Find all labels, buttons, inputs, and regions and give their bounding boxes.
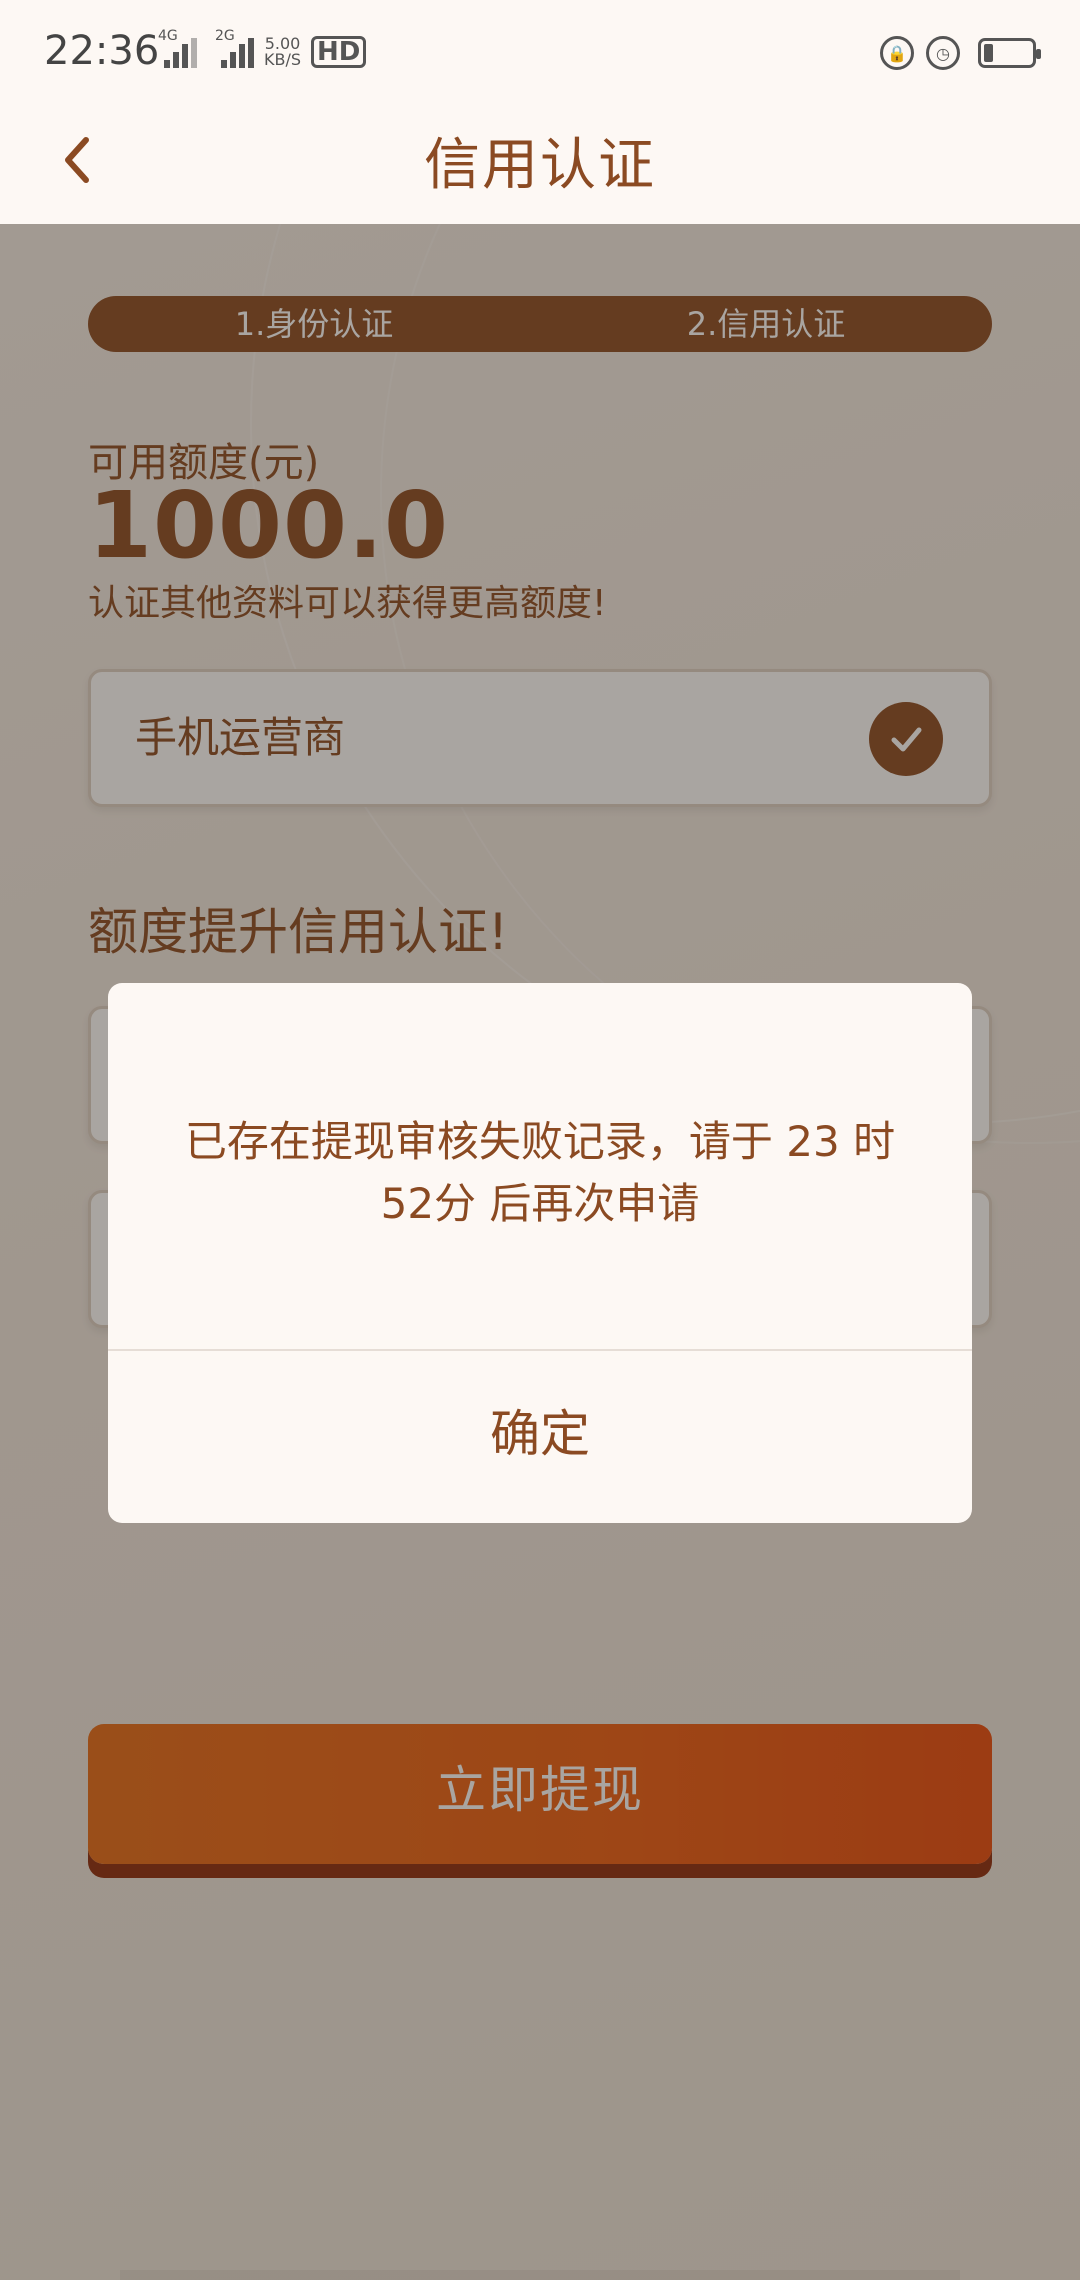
status-icons-left: 4G 2G 5.00 KB/S HD xyxy=(150,28,367,69)
dialog-message: 已存在提现审核失败记录，请于 23 时52分 后再次申请 xyxy=(184,1117,896,1228)
battery-level xyxy=(984,44,993,62)
status-bar: 22:36 4G 2G 5.00 KB/S HD 🔒 ◷ xyxy=(0,0,1080,110)
status-icons-right: 🔒 ◷ xyxy=(880,36,1041,70)
signal-2-icon: 2G xyxy=(207,28,254,68)
page-title: 信用认证 xyxy=(424,133,656,198)
status-time: 22:36 xyxy=(44,28,160,74)
hd-icon: HD xyxy=(311,36,367,68)
alert-dialog: 已存在提现审核失败记录，请于 23 时52分 后再次申请 确定 xyxy=(108,983,972,1523)
confirm-button[interactable]: 确定 xyxy=(108,1351,972,1523)
rotation-lock-icon: 🔒 xyxy=(880,36,914,70)
battery-icon xyxy=(978,38,1041,68)
signal-1-icon: 4G xyxy=(150,28,197,68)
network-speed: 5.00 KB/S xyxy=(264,34,302,69)
app-header: 信用认证 xyxy=(0,110,1080,224)
alarm-icon: ◷ xyxy=(926,36,960,70)
